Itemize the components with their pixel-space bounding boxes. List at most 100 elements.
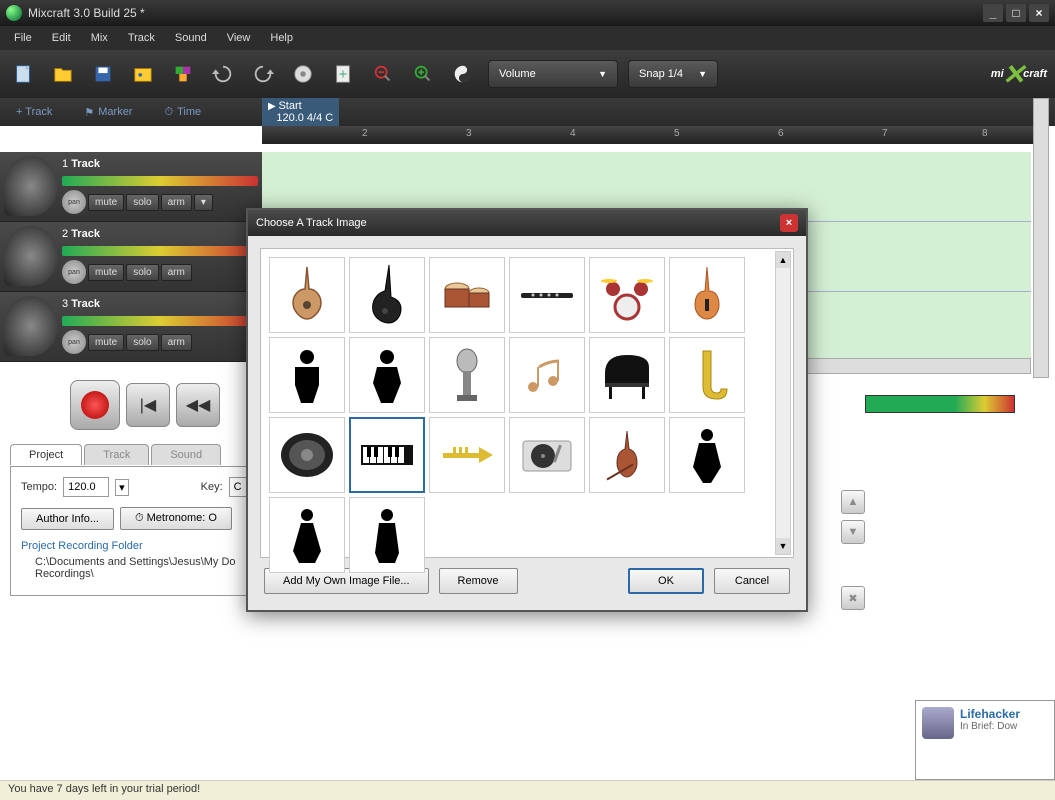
image-option-acoustic-guitar[interactable] bbox=[269, 257, 345, 333]
track-image-icon[interactable] bbox=[4, 296, 58, 356]
tempo-input[interactable] bbox=[63, 477, 109, 497]
image-option-bongos[interactable] bbox=[429, 257, 505, 333]
blocks-icon[interactable] bbox=[168, 59, 198, 89]
save-icon[interactable] bbox=[88, 59, 118, 89]
new-file-icon[interactable] bbox=[8, 59, 38, 89]
menu-view[interactable]: View bbox=[217, 28, 261, 48]
image-option-male-silhouette-2[interactable] bbox=[349, 337, 425, 413]
tab-project[interactable]: Project bbox=[10, 444, 82, 465]
image-option-keyboard[interactable] bbox=[349, 417, 425, 493]
yinyang-icon[interactable] bbox=[448, 59, 478, 89]
image-option-female-silhouette-2[interactable] bbox=[269, 497, 345, 573]
mute-button[interactable]: mute bbox=[88, 194, 124, 211]
tempo-stepper[interactable]: ▾ bbox=[115, 479, 129, 496]
image-option-microphone[interactable] bbox=[429, 337, 505, 413]
arm-button[interactable]: arm bbox=[161, 334, 192, 351]
timeline-ruler[interactable]: 2 3 4 5 6 7 8 bbox=[262, 126, 1045, 144]
track-row[interactable]: 1 Track pan mute solo arm ▾ bbox=[0, 152, 262, 222]
close-button[interactable]: × bbox=[1029, 4, 1049, 22]
pan-knob[interactable]: pan bbox=[62, 190, 86, 214]
dialog-close-button[interactable]: × bbox=[780, 214, 798, 232]
image-option-male-silhouette-1[interactable] bbox=[269, 337, 345, 413]
app-icon bbox=[6, 5, 22, 21]
menu-help[interactable]: Help bbox=[260, 28, 303, 48]
menu-file[interactable]: File bbox=[4, 28, 42, 48]
cd-icon[interactable] bbox=[288, 59, 318, 89]
solo-button[interactable]: solo bbox=[126, 194, 158, 211]
rewind-button[interactable]: ◀◀ bbox=[176, 383, 220, 427]
image-option-music-notes[interactable] bbox=[509, 337, 585, 413]
transport: |◀ ◀◀ bbox=[70, 380, 220, 430]
minimize-button[interactable]: _ bbox=[983, 4, 1003, 22]
delete-button[interactable]: ✖ bbox=[841, 586, 865, 610]
track-image-icon[interactable] bbox=[4, 156, 58, 216]
statusbar: You have 7 days left in your trial perio… bbox=[0, 780, 1055, 800]
mute-button[interactable]: mute bbox=[88, 264, 124, 281]
open-file-icon[interactable] bbox=[48, 59, 78, 89]
scroll-down-button[interactable]: ▼ bbox=[776, 538, 790, 554]
image-option-bass-guitar[interactable] bbox=[349, 257, 425, 333]
notification-title: Lifehacker bbox=[960, 707, 1020, 721]
image-option-turntable[interactable] bbox=[509, 417, 585, 493]
rewind-start-button[interactable]: |◀ bbox=[126, 383, 170, 427]
tracks-panel: 1 Track pan mute solo arm ▾ 2 Track pan … bbox=[0, 152, 262, 362]
image-option-grand-piano[interactable] bbox=[589, 337, 665, 413]
export-icon[interactable] bbox=[328, 59, 358, 89]
image-option-female-silhouette-1[interactable] bbox=[669, 417, 745, 493]
record-button[interactable] bbox=[70, 380, 120, 430]
pan-knob[interactable]: pan bbox=[62, 260, 86, 284]
image-option-clarinet[interactable] bbox=[509, 257, 585, 333]
zoom-in-icon[interactable] bbox=[408, 59, 438, 89]
menubar: File Edit Mix Track Sound View Help bbox=[0, 26, 1055, 50]
menu-mix[interactable]: Mix bbox=[81, 28, 118, 48]
snap-dropdown[interactable]: Snap 1/4▼ bbox=[628, 60, 718, 88]
notification-popup[interactable]: Lifehacker In Brief: Dow bbox=[915, 700, 1055, 780]
track-image-icon[interactable] bbox=[4, 226, 58, 286]
scroll-up-button[interactable]: ▲ bbox=[776, 252, 790, 268]
master-meter bbox=[865, 395, 1015, 413]
image-option-saxophone[interactable] bbox=[669, 337, 745, 413]
redo-icon[interactable] bbox=[248, 59, 278, 89]
track-row[interactable]: 2 Track pan mute solo arm bbox=[0, 222, 262, 292]
lower-tabs: Project Track Sound bbox=[10, 444, 223, 465]
move-down-button[interactable]: ▼ bbox=[841, 520, 865, 544]
menu-sound[interactable]: Sound bbox=[165, 28, 217, 48]
add-track-button[interactable]: + Track bbox=[0, 106, 68, 118]
menu-track[interactable]: Track bbox=[118, 28, 165, 48]
mute-button[interactable]: mute bbox=[88, 334, 124, 351]
image-option-speaker[interactable] bbox=[269, 417, 345, 493]
image-option-female-silhouette-3[interactable] bbox=[349, 497, 425, 573]
grid-scrollbar[interactable]: ▲ ▼ bbox=[775, 251, 791, 555]
volume-slider[interactable] bbox=[62, 316, 258, 326]
volume-dropdown[interactable]: Volume▼ bbox=[488, 60, 618, 88]
titlebar: Mixcraft 3.0 Build 25 * _ □ × bbox=[0, 0, 1055, 26]
time-button[interactable]: ⏱ Time bbox=[148, 106, 217, 119]
tab-track[interactable]: Track bbox=[84, 444, 149, 465]
undo-icon[interactable] bbox=[208, 59, 238, 89]
key-label: Key: bbox=[201, 481, 223, 493]
image-option-trumpet[interactable] bbox=[429, 417, 505, 493]
logo: mi✕craft bbox=[991, 58, 1047, 91]
maximize-button[interactable]: □ bbox=[1006, 4, 1026, 22]
menu-edit[interactable]: Edit bbox=[42, 28, 81, 48]
author-info-button[interactable]: Author Info... bbox=[21, 508, 114, 530]
pan-knob[interactable]: pan bbox=[62, 330, 86, 354]
track-row[interactable]: 3 Track pan mute solo arm bbox=[0, 292, 262, 362]
metronome-button[interactable]: ⏱ Metronome: O bbox=[120, 507, 232, 530]
volume-slider[interactable] bbox=[62, 246, 258, 256]
image-option-electric-guitar[interactable] bbox=[669, 257, 745, 333]
move-up-button[interactable]: ▲ bbox=[841, 490, 865, 514]
arm-button[interactable]: arm bbox=[161, 194, 192, 211]
image-option-drum-kit[interactable] bbox=[589, 257, 665, 333]
vertical-scrollbar[interactable] bbox=[1033, 98, 1049, 378]
solo-button[interactable]: solo bbox=[126, 334, 158, 351]
arm-button[interactable]: arm bbox=[161, 264, 192, 281]
tab-sound[interactable]: Sound bbox=[151, 444, 221, 465]
volume-slider[interactable] bbox=[62, 176, 258, 186]
library-icon[interactable] bbox=[128, 59, 158, 89]
marker-button[interactable]: ⚑ Marker bbox=[68, 106, 148, 119]
image-option-violin[interactable] bbox=[589, 417, 665, 493]
zoom-out-icon[interactable] bbox=[368, 59, 398, 89]
track-dropdown[interactable]: ▾ bbox=[194, 194, 213, 211]
solo-button[interactable]: solo bbox=[126, 264, 158, 281]
